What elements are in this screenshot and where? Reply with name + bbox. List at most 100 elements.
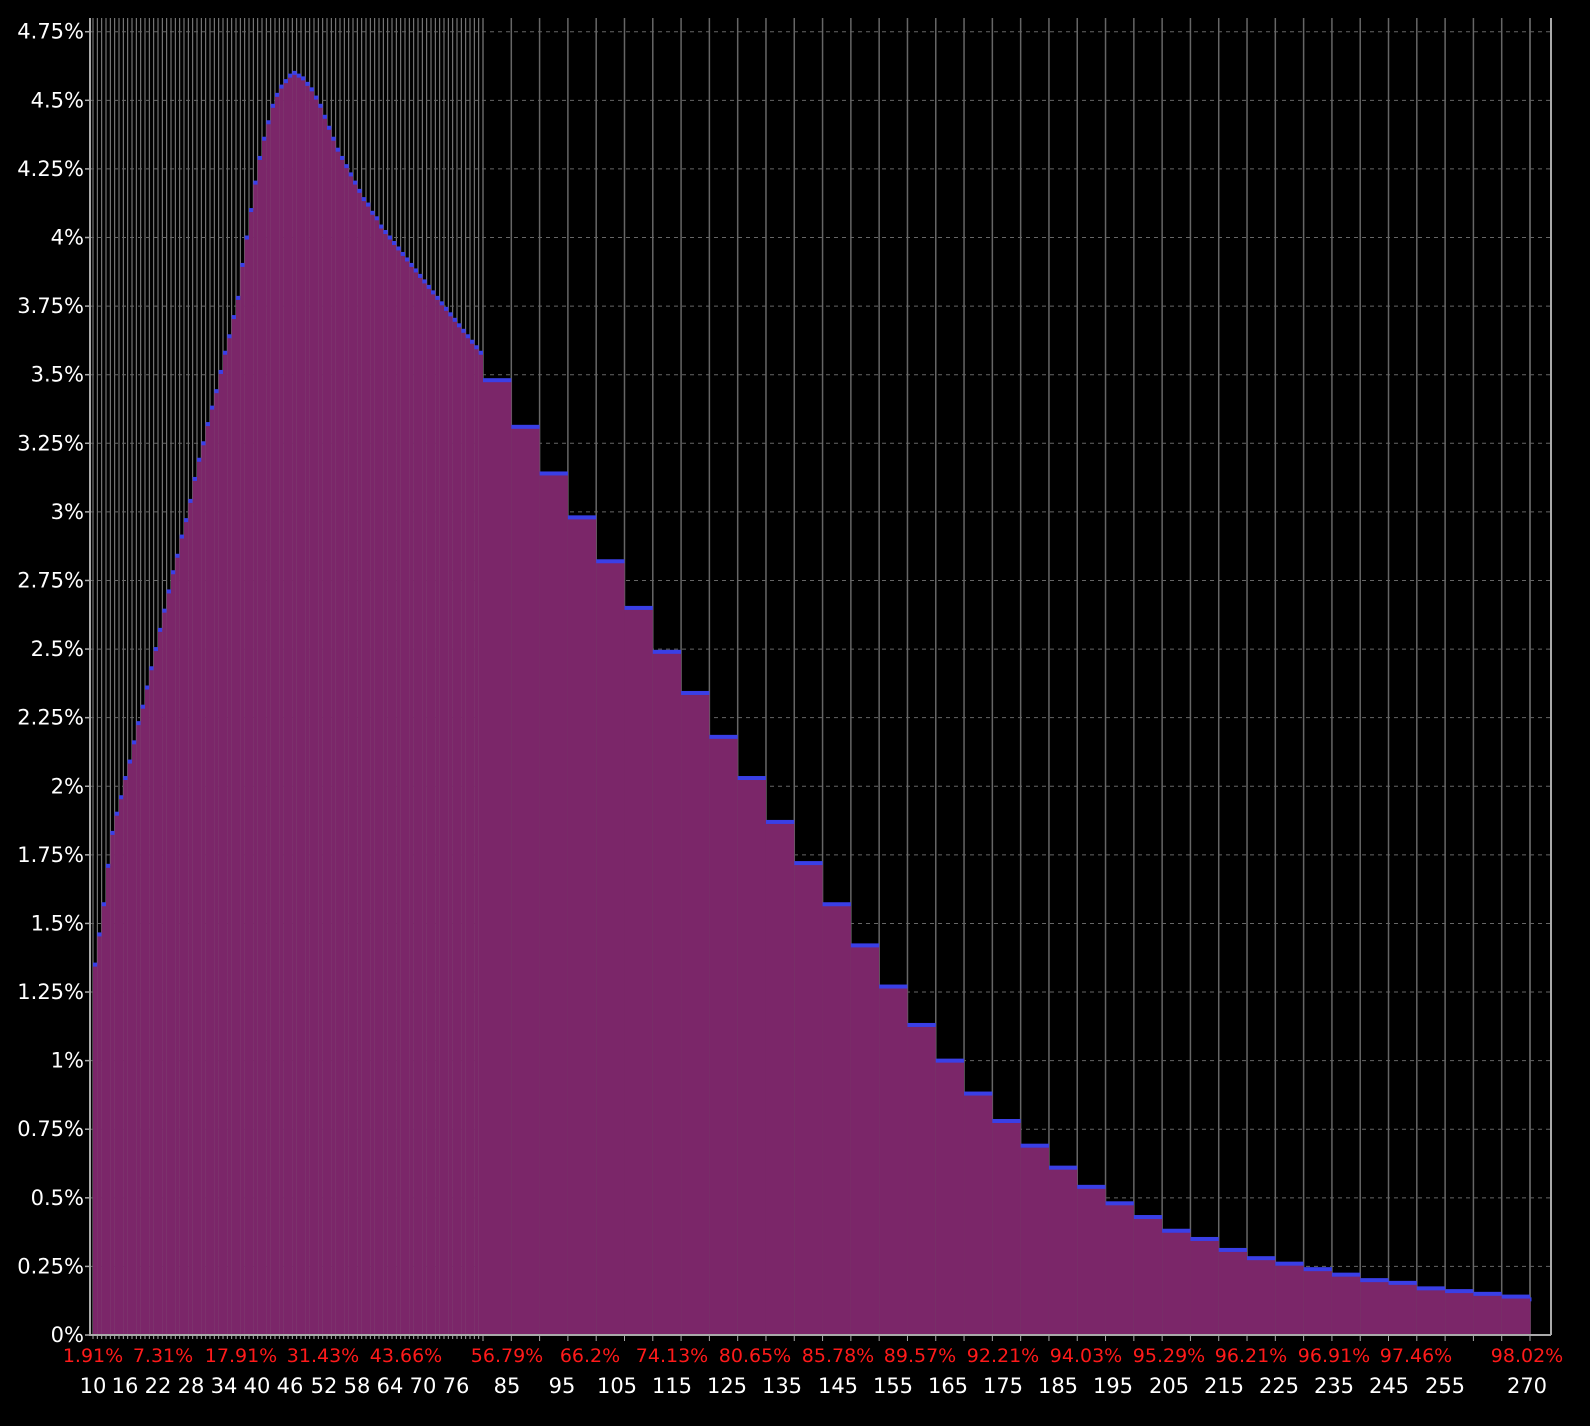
x-tick-label: 270 (1507, 1374, 1547, 1398)
histogram-bar-cap (192, 476, 197, 481)
histogram-bar (110, 832, 115, 1335)
histogram-bar-cap (1190, 1236, 1219, 1241)
y-tick-label: 4.5% (31, 88, 84, 112)
histogram-bar (1247, 1258, 1276, 1335)
histogram-bar-cap (1247, 1256, 1276, 1261)
histogram-bar (737, 778, 766, 1335)
histogram-bar-cap (1020, 1143, 1049, 1148)
histogram-bar (1501, 1296, 1530, 1335)
histogram-bar-cap (283, 79, 288, 84)
histogram-bar (652, 651, 682, 1335)
histogram-bar-cap (1303, 1267, 1332, 1272)
histogram-bar (227, 336, 232, 1335)
histogram-bar-cap (567, 515, 597, 520)
y-tick-label: 1.75% (17, 843, 84, 867)
histogram-bar (296, 75, 301, 1336)
histogram-bar-cap (426, 284, 431, 289)
y-tick-label: 2.75% (17, 568, 84, 592)
histogram-bar-cap (97, 932, 102, 937)
histogram-bar (210, 407, 215, 1335)
x-tick-label: 205 (1149, 1374, 1189, 1398)
x-tick-label: 185 (1038, 1374, 1078, 1398)
histogram-bar-cap (1162, 1228, 1191, 1233)
histogram-bar (361, 199, 366, 1336)
histogram-bar-cap (444, 306, 449, 311)
histogram-bar (188, 500, 193, 1335)
histogram-bar (153, 649, 158, 1335)
histogram-bar (448, 314, 453, 1335)
histogram-bar (681, 692, 710, 1335)
histogram-bar-cap (309, 87, 314, 92)
x-tick-label: 135 (762, 1374, 802, 1398)
y-tick-label: 0.75% (17, 1117, 84, 1141)
y-tick-label: 1.5% (31, 911, 84, 935)
x-tick-label: 10 (80, 1374, 107, 1398)
histogram-bar (1020, 1145, 1049, 1335)
histogram-bar (149, 668, 154, 1335)
histogram-bar-cap (435, 295, 440, 300)
histogram-bar-cap (652, 649, 682, 654)
histogram-bar-cap (400, 251, 405, 256)
histogram-bar (97, 934, 102, 1335)
histogram-bar (331, 138, 336, 1336)
histogram-bar-cap (392, 240, 397, 245)
histogram-bar-cap (1388, 1280, 1417, 1285)
histogram-bar (1360, 1280, 1389, 1336)
histogram-bar-cap (465, 334, 470, 339)
histogram-bar-cap (318, 103, 323, 108)
histogram-bar-cap (478, 350, 483, 355)
histogram-bar-cap (1048, 1165, 1078, 1170)
histogram-bar (327, 127, 332, 1335)
histogram-bar-cap (348, 172, 353, 177)
histogram-bar (1388, 1282, 1417, 1335)
histogram-bar (396, 248, 401, 1336)
histogram-bar (1190, 1238, 1219, 1335)
histogram-bar-cap (387, 235, 392, 240)
x-tick-label: 34 (211, 1374, 238, 1398)
y-tick-label: 3% (51, 500, 84, 524)
histogram-bar (123, 778, 128, 1335)
histogram-bar-cap (114, 811, 119, 816)
histogram-bar (353, 182, 358, 1335)
histogram-bar-cap (431, 290, 436, 295)
histogram-bar (1105, 1203, 1134, 1335)
histogram-bar-cap (461, 328, 466, 333)
x-tick-label: 58 (344, 1374, 371, 1398)
histogram-bar (1048, 1167, 1078, 1335)
x-tick-label: 52 (311, 1374, 338, 1398)
histogram-bar-cap (413, 268, 418, 273)
histogram-bar (348, 174, 353, 1335)
histogram-bar-cap (214, 389, 219, 394)
histogram-bar (231, 317, 236, 1335)
histogram-bar (93, 964, 98, 1335)
histogram-bar-cap (175, 553, 180, 558)
histogram-bar-cap (1416, 1286, 1446, 1291)
cumulative-percent-label: 17.91% (205, 1345, 277, 1367)
histogram-bar-cap (249, 208, 254, 213)
histogram-bar-cap (470, 339, 475, 344)
histogram-bar-cap (448, 312, 453, 317)
histogram-bar (765, 821, 795, 1335)
histogram-bar-cap (396, 246, 401, 251)
histogram-bar (244, 237, 249, 1335)
cumulative-percent-label: 96.91% (1298, 1345, 1370, 1367)
x-tick-label: 46 (277, 1374, 304, 1398)
histogram-bar (461, 330, 466, 1335)
histogram-bar (158, 629, 163, 1335)
histogram-bar (145, 687, 150, 1335)
y-tick-label: 3.5% (31, 363, 84, 387)
histogram-bar (426, 286, 431, 1335)
histogram-bar (387, 237, 392, 1335)
histogram-bar-cap (379, 224, 384, 229)
histogram-bar (444, 308, 449, 1336)
cumulative-percent-label: 56.79% (471, 1345, 543, 1367)
histogram-bar (253, 182, 258, 1335)
histogram-bar-cap (1077, 1184, 1106, 1189)
histogram-bar-cap (257, 155, 262, 160)
histogram-bar (249, 210, 254, 1335)
histogram-bar-cap (879, 984, 908, 989)
y-tick-label: 4% (51, 226, 84, 250)
histogram-bar-cap (188, 498, 193, 503)
histogram-bar (127, 761, 132, 1335)
histogram-bar-cap (1105, 1201, 1134, 1206)
